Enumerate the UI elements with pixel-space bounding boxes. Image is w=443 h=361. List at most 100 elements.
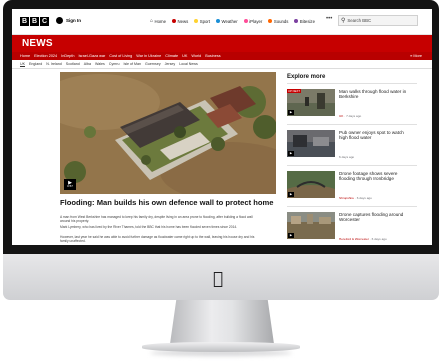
subnav-item[interactable]: N. Ireland xyxy=(46,62,62,66)
news-header: NEWS Home Election 2024 InDepth Israel-G… xyxy=(12,35,432,60)
flood-aerial-image xyxy=(60,72,276,194)
explore-item[interactable]: ▶ Drone footage shows severe flooding th… xyxy=(287,165,417,206)
subnav-item[interactable]: UK xyxy=(20,62,25,66)
play-icon: ▶ xyxy=(288,110,294,115)
top-nav-label: Sport xyxy=(199,18,211,24)
screen: B B C Sign In ⌂ Home News Sport Weather xyxy=(12,9,432,245)
top-nav-label: Home xyxy=(154,18,166,24)
explore-item[interactable]: UP NEXT ▶ Man walks through flood water … xyxy=(287,83,417,124)
top-nav-news[interactable]: News xyxy=(172,18,188,24)
news-dot-icon xyxy=(172,19,176,23)
play-video-button[interactable]: ▶ 0:57 xyxy=(64,179,76,190)
more-menu-button[interactable]: ••• xyxy=(326,16,332,22)
play-icon: ▶ xyxy=(288,233,294,238)
explore-item-time: 7 days ago xyxy=(346,114,362,118)
user-icon xyxy=(56,17,63,24)
explore-item-time: 6 days ago xyxy=(339,155,355,159)
news-nav-item[interactable]: Israel-Gaza war xyxy=(78,54,105,58)
top-nav-bitesize[interactable]: Bitesize xyxy=(294,18,315,24)
explore-item-time: 6 days ago xyxy=(371,237,387,241)
top-nav-weather[interactable]: Weather xyxy=(216,18,238,24)
subnav-item[interactable]: England xyxy=(29,62,42,66)
top-nav-label: News xyxy=(177,18,189,24)
bitesize-dot-icon xyxy=(294,19,299,23)
news-title[interactable]: NEWS xyxy=(22,38,53,49)
explore-item-thumbnail: UP NEXT ▶ xyxy=(287,89,335,116)
subnav-item[interactable]: Scotland xyxy=(66,62,80,66)
top-nav-label: Sounds xyxy=(273,18,289,24)
news-nav-item[interactable]: Cost of Living xyxy=(109,54,132,58)
subnav-item[interactable]: Guernsey xyxy=(145,62,161,66)
logo-letter: B xyxy=(20,17,29,26)
explore-item-tag: Shropshire xyxy=(339,196,354,200)
search-input[interactable]: ⚲ Search BBC xyxy=(338,15,418,26)
search-placeholder: Search BBC xyxy=(347,18,372,23)
imac-stand-foot xyxy=(142,342,300,352)
top-nav: ⌂ Home News Sport Weather iPlayer Sounds… xyxy=(150,18,315,24)
home-icon: ⌂ xyxy=(150,18,154,24)
article-paragraph: Mark Lymbery, who has lived by the River… xyxy=(60,225,238,229)
news-nav-item[interactable]: War in Ukraine xyxy=(136,54,161,58)
explore-item-thumbnail: ▶ xyxy=(287,212,335,239)
apple-logo-icon:  xyxy=(209,270,227,288)
explore-item-thumbnail: ▶ xyxy=(287,171,335,198)
play-icon: ▶ xyxy=(288,151,294,156)
subnav-item[interactable]: Local News xyxy=(179,62,198,66)
top-nav-label: iPlayer xyxy=(249,18,263,24)
flood-thumb-image xyxy=(287,89,335,116)
explore-item-meta: 6 days ago xyxy=(339,155,354,159)
explore-item-headline: Pub owner enjoys spot to watch high floo… xyxy=(339,130,404,141)
iplayer-dot-icon xyxy=(243,19,248,23)
article-video[interactable]: ▶ 0:57 xyxy=(60,72,276,194)
explore-more-title: Explore more xyxy=(287,74,326,80)
news-nav-item[interactable]: Business xyxy=(205,54,220,58)
search-icon: ⚲ xyxy=(341,17,346,24)
subnav-item[interactable]: Jersey xyxy=(165,62,176,66)
sounds-dot-icon xyxy=(268,19,273,23)
explore-item-meta: Shropshire · 6 days ago xyxy=(339,196,372,200)
news-nav-item[interactable]: Election 2024 xyxy=(34,54,57,58)
explore-item-meta: Hereford & Worcester · 6 days ago xyxy=(339,237,387,241)
top-nav-label: Bitesize xyxy=(299,18,315,24)
pub-flood-thumb-image xyxy=(287,130,335,157)
news-nav-item[interactable]: Home xyxy=(20,54,30,58)
top-nav-sport[interactable]: Sport xyxy=(194,18,210,24)
subnav-item[interactable]: Wales xyxy=(95,62,105,66)
explore-item-headline: Man walks through flood water in Berkshi… xyxy=(339,89,407,100)
video-duration: 0:57 xyxy=(67,184,73,188)
logo-letter: C xyxy=(40,17,49,26)
worcester-thumb-image xyxy=(287,212,335,239)
article-headline: Flooding: Man builds his own defence wal… xyxy=(60,198,274,207)
region-subnav: UK England N. Ireland Scotland Alba Wale… xyxy=(12,60,432,69)
imac-stand-neck xyxy=(170,300,274,344)
explore-item[interactable]: ▶ Pub owner enjoys spot to watch high fl… xyxy=(287,124,417,165)
explore-item-thumbnail: ▶ xyxy=(287,130,335,157)
news-nav-item[interactable]: Climate xyxy=(165,54,178,58)
explore-item-tag: UK xyxy=(339,114,344,118)
news-nav-item[interactable]: UK xyxy=(182,54,187,58)
top-nav-sounds[interactable]: Sounds xyxy=(268,18,288,24)
subnav-item[interactable]: Alba xyxy=(84,62,91,66)
news-nav-item[interactable]: World xyxy=(191,54,201,58)
explore-item-tag: Hereford & Worcester xyxy=(339,237,369,241)
sign-in-link[interactable]: Sign In xyxy=(56,17,81,24)
news-nav: Home Election 2024 InDepth Israel-Gaza w… xyxy=(12,52,432,60)
top-nav-label: Weather xyxy=(221,18,238,24)
explore-item[interactable]: ▶ Drone captures flooding around Worcest… xyxy=(287,206,417,245)
subnav-item[interactable]: Isle of Man xyxy=(123,62,141,66)
news-nav-item[interactable]: InDepth xyxy=(61,54,74,58)
ironbridge-thumb-image xyxy=(287,171,335,198)
article-paragraph: A man from West Berkshire has managed to… xyxy=(60,215,253,224)
bbc-logo[interactable]: B B C xyxy=(20,17,49,26)
sign-in-label: Sign In xyxy=(66,18,81,23)
up-next-badge: UP NEXT xyxy=(287,89,302,93)
logo-letter: B xyxy=(30,17,39,26)
explore-item-headline: Drone footage shows severe flooding thro… xyxy=(339,171,398,182)
news-more-menu[interactable]: ≡ More xyxy=(410,52,422,60)
explore-item-time: 6 days ago xyxy=(356,196,372,200)
sport-dot-icon xyxy=(194,19,199,23)
top-nav-iplayer[interactable]: iPlayer xyxy=(243,18,263,24)
subnav-item[interactable]: Cymru xyxy=(109,62,120,66)
explore-item-headline: Drone captures flooding around Worcester xyxy=(339,212,404,223)
top-nav-home[interactable]: ⌂ Home xyxy=(150,18,166,24)
